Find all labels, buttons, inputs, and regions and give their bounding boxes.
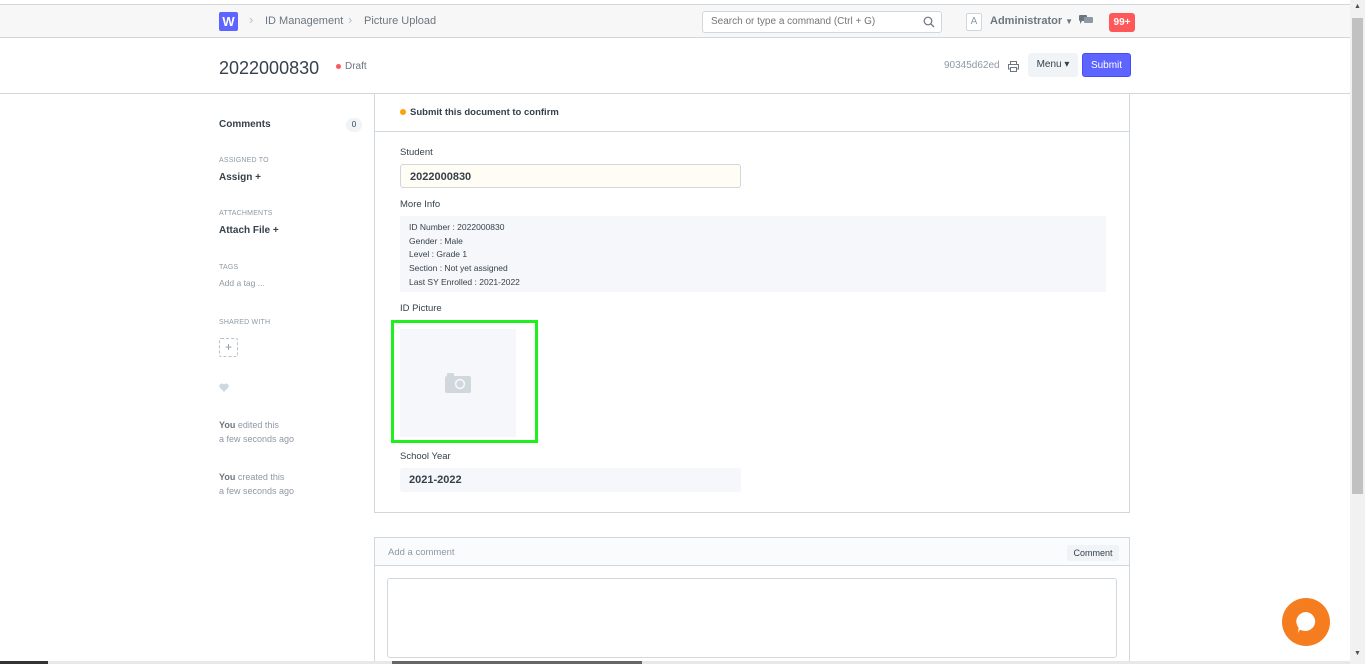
add-tag-link[interactable]: Add a tag ... <box>219 278 265 288</box>
user-name: Administrator <box>990 15 1063 27</box>
user-menu[interactable]: Administrator ▼ <box>990 15 1073 27</box>
status-badge: Draft <box>336 61 367 72</box>
chat-bubble-icon <box>1296 612 1316 633</box>
form-card: Submit this document to confirm Student … <box>374 94 1130 513</box>
form-message: Submit this document to confirm <box>375 94 1129 132</box>
page-title: 2022000830 <box>219 58 320 78</box>
indicator-dot-icon <box>400 109 406 115</box>
form-message-text: Submit this document to confirm <box>410 107 559 118</box>
id-picture-upload[interactable] <box>391 320 538 443</box>
comment-section: Add a comment Comment <box>374 537 1130 664</box>
submit-button[interactable]: Submit <box>1082 53 1131 77</box>
more-info-label: More Info <box>400 199 441 210</box>
assigned-to-label: Assigned To <box>219 157 269 164</box>
search-input[interactable] <box>711 16 911 27</box>
chevron-right-icon: › <box>249 12 254 27</box>
photo-placeholder[interactable] <box>400 329 516 437</box>
page-header: 2022000830 Draft 90345d62ed Menu ▾ Submi… <box>0 38 1350 94</box>
status-text: Draft <box>345 61 367 72</box>
add-comment-placeholder: Add a comment <box>388 547 455 558</box>
chat-icon[interactable] <box>1079 14 1093 26</box>
comment-header: Add a comment Comment <box>375 538 1129 566</box>
activity-action: created this <box>235 472 285 482</box>
scrollbar[interactable]: ▲ ▼ <box>1350 0 1365 664</box>
notification-badge[interactable]: 99+ <box>1109 13 1135 32</box>
scroll-thumb[interactable] <box>1352 18 1363 494</box>
tags-label: Tags <box>219 264 239 271</box>
more-info-line: ID Number : 2022000830 <box>409 222 505 232</box>
more-info-line: Last SY Enrolled : 2021-2022 <box>409 276 520 287</box>
breadcrumb-picture-upload[interactable]: Picture Upload <box>364 15 436 27</box>
activity-action: edited this <box>235 420 279 430</box>
attachments-label: Attachments <box>219 210 273 217</box>
more-info-line: Gender : Male <box>409 235 463 246</box>
camera-icon <box>445 373 471 393</box>
avatar[interactable]: A <box>966 13 982 31</box>
status-dot-icon <box>336 63 341 69</box>
document-id: 90345d62ed <box>944 60 1000 71</box>
activity-user: You <box>219 420 236 430</box>
activity-user: You <box>219 472 236 482</box>
menu-button[interactable]: Menu ▾ <box>1028 53 1078 77</box>
chevron-right-icon: › <box>348 12 353 27</box>
comment-button[interactable]: Comment <box>1067 545 1119 561</box>
app-logo[interactable]: W <box>219 12 238 31</box>
print-icon[interactable] <box>1008 61 1019 72</box>
attach-file-link[interactable]: Attach File + <box>219 225 279 236</box>
school-year-label: School Year <box>400 451 451 462</box>
add-share-button[interactable]: + <box>219 338 238 357</box>
caret-down-icon: ▼ <box>1065 17 1074 26</box>
navbar: W › ID Management › Picture Upload A Adm… <box>0 4 1350 38</box>
more-info-box: ID Number : 2022000830 Gender : Male Lev… <box>400 216 1106 292</box>
search-bar[interactable] <box>702 11 942 33</box>
search-icon[interactable] <box>923 16 935 28</box>
scroll-up-icon[interactable]: ▲ <box>1354 3 1361 10</box>
activity-item: You edited this a few seconds ago <box>219 418 294 446</box>
scroll-down-icon[interactable]: ▼ <box>1354 650 1361 657</box>
activity-time: a few seconds ago <box>219 434 295 444</box>
chat-widget-button[interactable] <box>1282 598 1330 646</box>
student-label: Student <box>400 147 433 158</box>
comments-link[interactable]: Comments <box>219 119 271 130</box>
comment-input[interactable] <box>387 578 1117 658</box>
comments-count: 0 <box>346 118 362 132</box>
student-field[interactable]: 2022000830 <box>400 164 741 188</box>
activity-item: You created this a few seconds ago <box>219 470 294 498</box>
activity-time: a few seconds ago <box>219 486 295 496</box>
assign-link[interactable]: Assign + <box>219 172 261 183</box>
id-picture-label: ID Picture <box>400 303 442 314</box>
more-info-line: Level : Grade 1 <box>409 249 468 260</box>
school-year-field[interactable]: 2021-2022 <box>400 468 741 492</box>
more-info-line: Section : Not yet assigned <box>409 263 508 274</box>
shared-with-label: Shared With <box>219 319 271 326</box>
breadcrumb-id-management[interactable]: ID Management <box>265 15 343 27</box>
heart-icon[interactable] <box>219 383 229 392</box>
